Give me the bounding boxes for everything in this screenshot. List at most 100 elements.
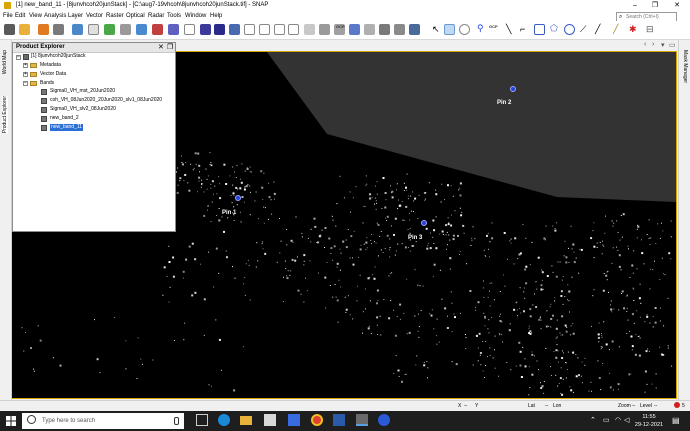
band-item-selected[interactable]: new_band_11 [50,124,84,131]
batch-processing-icon[interactable] [104,24,115,35]
line-tool-icon[interactable]: ╲ [505,24,516,35]
taskbar-search-box[interactable]: Type here to search [22,413,184,429]
layer-manager-icon[interactable] [319,24,330,35]
menu-view[interactable]: View [29,13,42,19]
statistics-icon[interactable] [288,24,299,35]
taskbar-time: 11:55 [642,414,656,420]
menu-raster[interactable]: Raster [106,13,124,19]
menu-tools[interactable]: Tools [167,13,181,19]
band-item[interactable]: Sigma0_VH_slv2_08Jun2020 [50,106,116,113]
zoom-tool-icon[interactable] [459,24,470,35]
collapse-product-toggle[interactable]: − [16,55,21,60]
minimize-button[interactable]: – [628,1,642,10]
histogram-icon[interactable] [244,24,255,35]
collapse-bands-toggle[interactable]: − [23,81,28,86]
menu-vector[interactable]: Vector [86,13,103,19]
maximize-button[interactable]: ❐ [648,1,662,10]
word-icon[interactable] [333,414,345,426]
subset-icon[interactable] [168,24,179,35]
geo-coding-icon[interactable] [200,24,211,35]
range-finder-icon[interactable]: ⟋ [579,24,590,35]
band-item[interactable]: coh_VH_08Jun2020_20Jun2020_slv1_08Jun202… [50,97,162,104]
left-side-strip: World Map Product Explorer [0,40,12,400]
color-manipulation-icon[interactable] [409,24,420,35]
select-tool-icon[interactable]: ↖ [430,24,441,35]
tab-world-map[interactable]: World Map [2,50,8,74]
resample-icon[interactable] [152,24,163,35]
product-node[interactable]: [1] 8junvhcoh20junStack [31,53,85,60]
pan-tool-icon[interactable] [444,24,455,35]
mail-icon[interactable] [288,414,300,426]
open-product-icon[interactable] [4,24,15,35]
navigation-icon[interactable] [304,24,315,35]
chrome-icon[interactable] [311,414,323,426]
polygon-tool-icon[interactable]: ⬠ [549,23,560,35]
menu-edit[interactable]: Edit [15,13,25,19]
band-item[interactable]: new_band_2 [50,115,79,122]
sync-views-icon[interactable] [379,24,390,35]
record-icon[interactable]: ✱ [627,24,638,35]
edge-browser-icon[interactable] [218,414,230,426]
menu-optical[interactable]: Optical [126,13,145,19]
polyline-tool-icon[interactable]: ⌐ [519,24,530,35]
expand-metadata-toggle[interactable]: + [23,63,28,68]
ellipse-tool-icon[interactable] [564,24,575,35]
menu-file[interactable]: File [3,13,13,19]
metadata-node[interactable]: Metadata [40,62,61,69]
scroll-tabs-right-icon[interactable]: › [652,41,654,48]
task-view-icon[interactable] [196,414,208,426]
settings-icon[interactable] [120,24,131,35]
sync-cursor-icon[interactable] [394,24,405,35]
tray-chevron-icon[interactable]: ⌃ [590,416,596,424]
maximize-view-icon[interactable]: ▭ [669,41,676,49]
menu-analysis[interactable]: Analysis [44,13,66,19]
tab-mask-manager[interactable]: Mask Manager [682,50,688,83]
network-icon[interactable]: ▭ [603,416,610,424]
expand-vector-data-toggle[interactable]: + [23,72,28,77]
scatter-plot-icon[interactable] [274,24,285,35]
world-map-icon[interactable] [214,24,225,35]
time-series-icon[interactable] [364,24,375,35]
open-folder-icon[interactable] [19,24,30,35]
menu-window[interactable]: Window [185,13,206,19]
gcp-tool-icon[interactable] [490,29,501,36]
close-panel-icon[interactable]: ✕ [158,43,164,51]
snap-taskbar-icon[interactable] [356,414,368,426]
menu-radar[interactable]: Radar [148,13,164,19]
vector-data-node[interactable]: Vector Data [40,71,66,78]
tab-product-explorer[interactable]: Product Explorer [2,96,8,134]
information-icon[interactable] [184,24,195,35]
product-library-icon[interactable] [72,24,83,35]
volume-icon[interactable]: ◁ [624,416,629,424]
magic-wand-icon[interactable]: ╱ [594,24,605,35]
notification-icon[interactable] [674,402,680,408]
microphone-icon[interactable] [174,417,179,425]
store-icon[interactable] [264,414,276,426]
profile-plot-icon[interactable] [259,24,270,35]
band-maths-icon[interactable] [136,24,147,35]
taskbar-clock[interactable]: 11:55 29-12-2021 [634,413,664,429]
pin-tool-icon[interactable]: ⚲ [474,23,485,35]
bands-node[interactable]: Bands [40,80,54,87]
band-item[interactable]: Sigma0_VH_mst_20Jun2020 [50,88,115,95]
wifi-icon[interactable]: ◠ [615,416,621,424]
rectangle-tool-icon[interactable] [534,24,545,35]
action-center-icon[interactable]: ▤ [672,416,680,425]
undo-icon[interactable] [38,24,49,35]
export-icon[interactable]: ⊟ [645,24,656,35]
search-input[interactable] [626,13,674,21]
redo-icon[interactable] [53,24,64,35]
menu-help[interactable]: Help [210,13,222,19]
brush-tool-icon[interactable]: ╱ [612,24,623,35]
globe-icon[interactable] [229,24,240,35]
gcp-manager-icon[interactable] [349,24,360,35]
scroll-tabs-left-icon[interactable]: ‹ [644,41,646,48]
menu-layer[interactable]: Layer [68,13,83,19]
graph-builder-icon[interactable] [88,24,99,35]
close-button[interactable]: ✕ [670,1,684,10]
tab-list-icon[interactable]: ▾ [661,41,665,49]
restore-panel-icon[interactable]: ❐ [167,43,173,51]
file-explorer-icon[interactable] [240,416,252,425]
windows-start-icon[interactable] [6,416,16,426]
chrome-profile-icon[interactable] [378,414,390,426]
